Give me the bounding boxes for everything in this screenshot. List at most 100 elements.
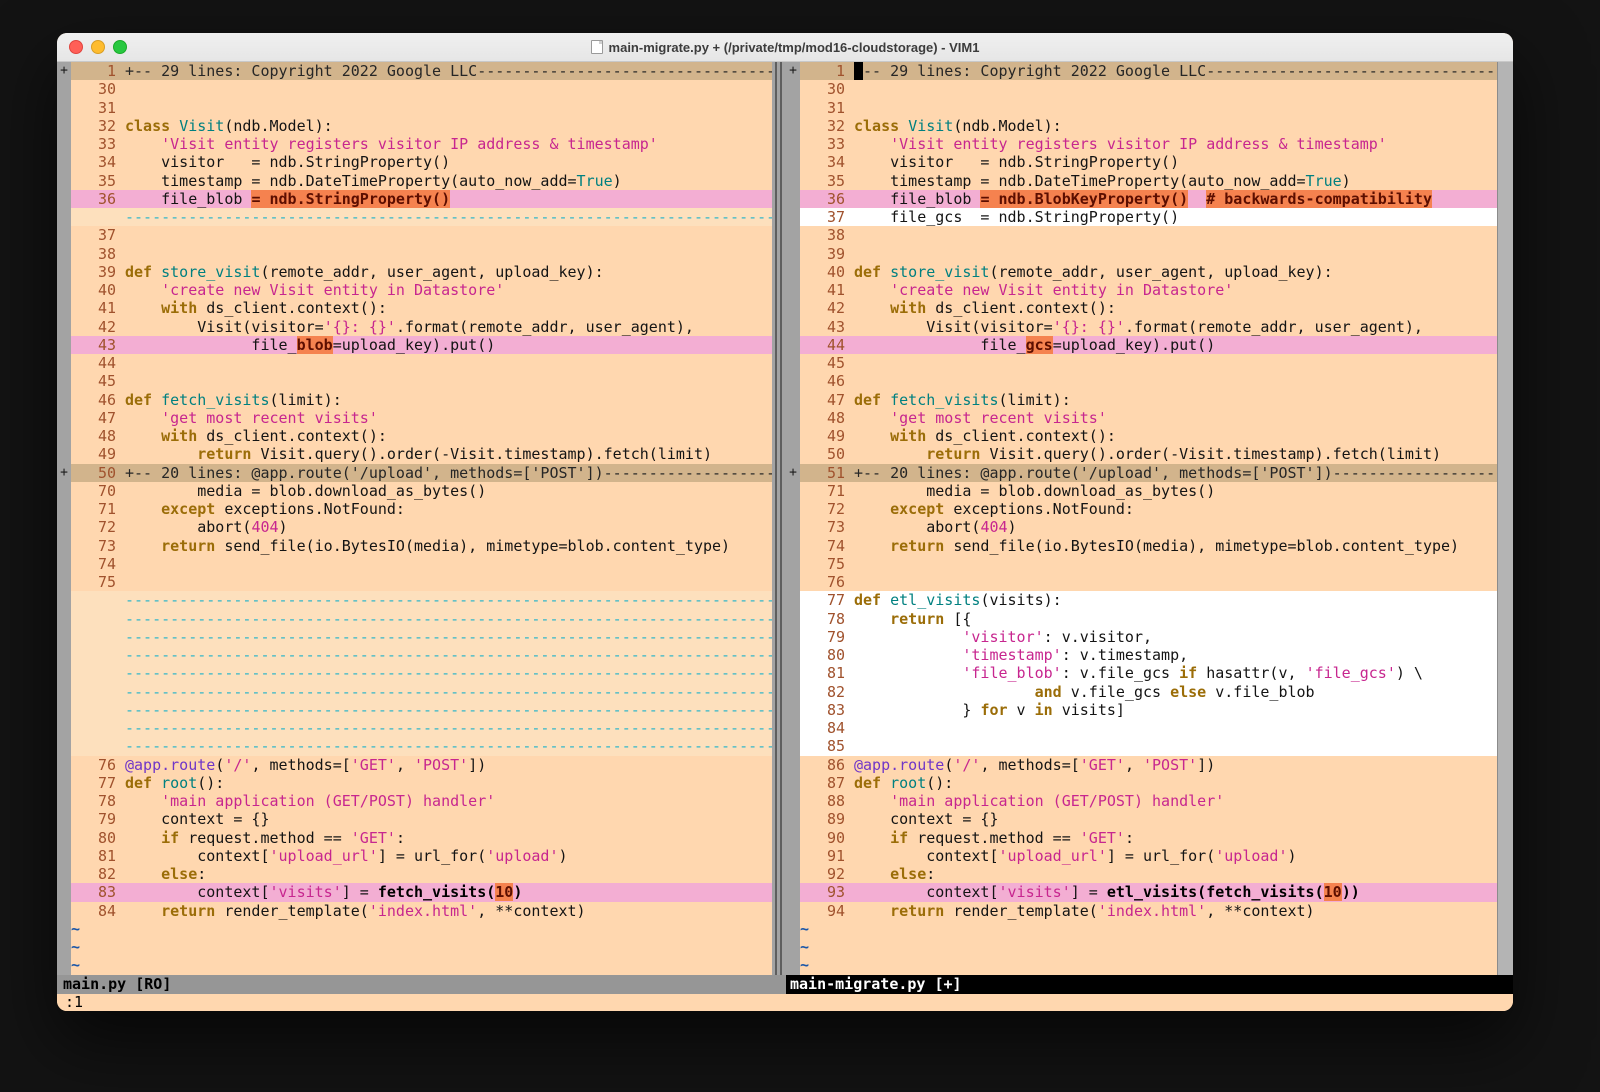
code-line[interactable]: 94 return render_template('index.html', … xyxy=(786,902,1497,920)
code-line[interactable]: 79 'visitor': v.visitor, xyxy=(786,628,1497,646)
code-line[interactable]: 82 else: xyxy=(57,865,772,883)
code-line[interactable]: 76 xyxy=(786,573,1497,591)
code-line[interactable]: 74 return send_file(io.BytesIO(media), m… xyxy=(786,537,1497,555)
code-line[interactable]: 76@app.route('/', methods=['GET', 'POST'… xyxy=(57,756,772,774)
code-line[interactable]: 49 with ds_client.context(): xyxy=(786,427,1497,445)
code-line[interactable]: 31 xyxy=(57,99,772,117)
fold-marker-icon[interactable]: + xyxy=(57,62,71,80)
code-line[interactable]: 82 and v.file_gcs else v.file_blob xyxy=(786,683,1497,701)
fold-line[interactable]: +1+-- 29 lines: Copyright 2022 Google LL… xyxy=(57,62,772,80)
right-pane-main-migrate-py[interactable]: +1+-- 29 lines: Copyright 2022 Google LL… xyxy=(786,62,1497,975)
code-line[interactable]: 36 file_blob = ndb.BlobKeyProperty() # b… xyxy=(786,190,1497,208)
code-line[interactable]: 78 return [{ xyxy=(786,610,1497,628)
code-line[interactable]: 43 file_blob=upload_key).put() xyxy=(57,336,772,354)
code-line[interactable]: 93 context['visits'] = etl_visits(fetch_… xyxy=(786,883,1497,901)
code-line[interactable]: 86@app.route('/', methods=['GET', 'POST'… xyxy=(786,756,1497,774)
code-line[interactable]: 87def root(): xyxy=(786,774,1497,792)
code-line[interactable]: 35 timestamp = ndb.DateTimeProperty(auto… xyxy=(57,172,772,190)
fullscreen-button-icon[interactable] xyxy=(113,40,127,54)
code-line[interactable]: 73 abort(404) xyxy=(786,518,1497,536)
code-line[interactable]: 37 xyxy=(57,226,772,244)
code-line[interactable]: 72 except exceptions.NotFound: xyxy=(786,500,1497,518)
code-line[interactable]: 71 media = blob.download_as_bytes() xyxy=(786,482,1497,500)
fold-line[interactable]: +50+-- 20 lines: @app.route('/upload', m… xyxy=(57,464,772,482)
code-line[interactable]: 81 'file_blob': v.file_gcs if hasattr(v,… xyxy=(786,664,1497,682)
fold-line[interactable]: +51+-- 20 lines: @app.route('/upload', m… xyxy=(786,464,1497,482)
code-line[interactable]: 34 visitor = ndb.StringProperty() xyxy=(57,153,772,171)
code-line[interactable]: 32class Visit(ndb.Model): xyxy=(786,117,1497,135)
code-line[interactable]: 50 return Visit.query().order(-Visit.tim… xyxy=(786,445,1497,463)
code-line[interactable]: 83 } for v in visits] xyxy=(786,701,1497,719)
code-line[interactable]: 84 return render_template('index.html', … xyxy=(57,902,772,920)
status-line-row: main.py [RO] main-migrate.py [+] xyxy=(57,975,1513,994)
code-line[interactable]: 36 file_blob = ndb.StringProperty() xyxy=(57,190,772,208)
code-line[interactable]: 80 'timestamp': v.timestamp, xyxy=(786,646,1497,664)
code-line[interactable]: 35 timestamp = ndb.DateTimeProperty(auto… xyxy=(786,172,1497,190)
code-line[interactable]: 46 xyxy=(786,372,1497,390)
code-line[interactable]: 30 xyxy=(786,80,1497,98)
code-line[interactable]: 33 'Visit entity registers visitor IP ad… xyxy=(57,135,772,153)
fold-marker-icon[interactable]: + xyxy=(786,62,800,80)
code-line[interactable]: 49 return Visit.query().order(-Visit.tim… xyxy=(57,445,772,463)
code-line[interactable]: 77def etl_visits(visits): xyxy=(786,591,1497,609)
code-line[interactable]: 92 else: xyxy=(786,865,1497,883)
code-line[interactable]: 39def store_visit(remote_addr, user_agen… xyxy=(57,263,772,281)
code-line[interactable]: 44 xyxy=(57,354,772,372)
code-line[interactable]: 78 'main application (GET/POST) handler' xyxy=(57,792,772,810)
code-line[interactable]: 72 abort(404) xyxy=(57,518,772,536)
code-line[interactable]: 38 xyxy=(57,245,772,263)
code-line[interactable]: 34 visitor = ndb.StringProperty() xyxy=(786,153,1497,171)
code-line[interactable]: 85 xyxy=(786,737,1497,755)
code-line[interactable]: 79 context = {} xyxy=(57,810,772,828)
right-scrollbar[interactable] xyxy=(1497,62,1513,975)
code-line[interactable]: 84 xyxy=(786,719,1497,737)
vertical-split-separator[interactable] xyxy=(772,62,786,975)
code-line[interactable]: 40def store_visit(remote_addr, user_agen… xyxy=(786,263,1497,281)
code-line[interactable]: 89 context = {} xyxy=(786,810,1497,828)
code-line[interactable]: 74 xyxy=(57,555,772,573)
code-line[interactable]: 80 if request.method == 'GET': xyxy=(57,829,772,847)
code-line[interactable]: 71 except exceptions.NotFound: xyxy=(57,500,772,518)
code-line[interactable]: 41 'create new Visit entity in Datastore… xyxy=(786,281,1497,299)
code-line[interactable]: 43 Visit(visitor='{}: {}'.format(remote_… xyxy=(786,318,1497,336)
code-line[interactable]: 90 if request.method == 'GET': xyxy=(786,829,1497,847)
left-pane-main-py[interactable]: +1+-- 29 lines: Copyright 2022 Google LL… xyxy=(57,62,772,975)
code-line[interactable]: 83 context['visits'] = fetch_visits(10) xyxy=(57,883,772,901)
code-line[interactable]: 46def fetch_visits(limit): xyxy=(57,391,772,409)
code-line[interactable]: 40 'create new Visit entity in Datastore… xyxy=(57,281,772,299)
code-line[interactable]: 38 xyxy=(786,226,1497,244)
minimize-button-icon[interactable] xyxy=(91,40,105,54)
code-line[interactable]: 41 with ds_client.context(): xyxy=(57,299,772,317)
code-line[interactable]: 73 return send_file(io.BytesIO(media), m… xyxy=(57,537,772,555)
fold-marker-icon[interactable]: + xyxy=(57,464,71,482)
code-line[interactable]: 45 xyxy=(57,372,772,390)
code-line[interactable]: 33 'Visit entity registers visitor IP ad… xyxy=(786,135,1497,153)
code-line[interactable]: 75 xyxy=(786,555,1497,573)
fold-marker-icon[interactable]: + xyxy=(786,464,800,482)
code-line[interactable]: 48 with ds_client.context(): xyxy=(57,427,772,445)
code-line[interactable]: 48 'get most recent visits' xyxy=(786,409,1497,427)
code-line[interactable]: 42 with ds_client.context(): xyxy=(786,299,1497,317)
close-button-icon[interactable] xyxy=(69,40,83,54)
code-line[interactable]: 81 context['upload_url'] = url_for('uplo… xyxy=(57,847,772,865)
code-line[interactable]: 75 xyxy=(57,573,772,591)
code-token-fd: ----------------------------------------… xyxy=(125,664,772,682)
code-line[interactable]: 42 Visit(visitor='{}: {}'.format(remote_… xyxy=(57,318,772,336)
code-line[interactable]: 91 context['upload_url'] = url_for('uplo… xyxy=(786,847,1497,865)
command-line[interactable]: :1 xyxy=(57,994,1513,1011)
code-line[interactable]: 47 'get most recent visits' xyxy=(57,409,772,427)
code-line[interactable]: 47def fetch_visits(limit): xyxy=(786,391,1497,409)
code-line[interactable]: 39 xyxy=(786,245,1497,263)
code-line[interactable]: 77def root(): xyxy=(57,774,772,792)
line-text: file_blob = ndb.StringProperty() xyxy=(125,190,772,208)
code-line[interactable]: 45 xyxy=(786,354,1497,372)
fold-line[interactable]: +1+-- 29 lines: Copyright 2022 Google LL… xyxy=(786,62,1497,80)
code-line[interactable]: 88 'main application (GET/POST) handler' xyxy=(786,792,1497,810)
code-line[interactable]: 44 file_gcs=upload_key).put() xyxy=(786,336,1497,354)
code-line[interactable]: 32class Visit(ndb.Model): xyxy=(57,117,772,135)
code-line[interactable]: 31 xyxy=(786,99,1497,117)
code-line[interactable]: 37 file_gcs = ndb.StringProperty() xyxy=(786,208,1497,226)
titlebar[interactable]: main-migrate.py + (/private/tmp/mod16-cl… xyxy=(57,33,1513,62)
code-line[interactable]: 70 media = blob.download_as_bytes() xyxy=(57,482,772,500)
code-line[interactable]: 30 xyxy=(57,80,772,98)
